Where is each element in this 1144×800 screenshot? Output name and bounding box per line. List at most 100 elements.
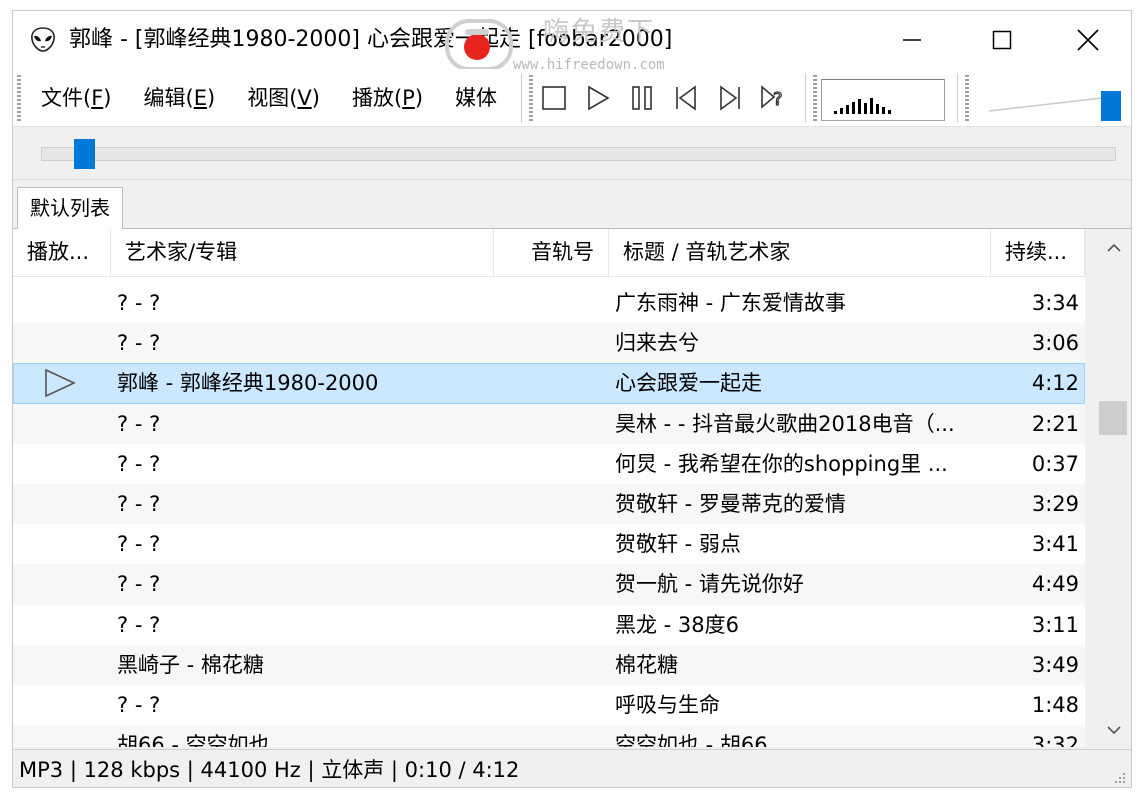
playing-indicator xyxy=(43,404,91,444)
playing-indicator xyxy=(43,524,91,564)
maximize-icon xyxy=(992,30,1012,50)
playlist-tabs: 默认列表 xyxy=(13,181,1131,230)
playlist-row[interactable]: ? - ? 广东雨神 - 广东爱情故事 3:34 xyxy=(13,283,1085,323)
pause-button[interactable] xyxy=(625,81,659,115)
menu-edit[interactable]: 编辑(E) xyxy=(128,83,232,113)
menu-view[interactable]: 视图(V) xyxy=(231,83,336,113)
playlist-row[interactable]: ? - ? 贺一航 - 请先说你好 4:49 xyxy=(13,564,1085,605)
visualizer-bar xyxy=(876,104,879,114)
row-artist: ? - ? xyxy=(117,291,161,315)
watermark-text: 嗨免费下 xyxy=(543,17,656,47)
random-button[interactable]: ? xyxy=(757,81,791,115)
title-bar[interactable]: 郭峰 - [郭峰经典1980-2000] 心会跟爱一起走 [foobar2000… xyxy=(13,11,1131,73)
visualizer-bar xyxy=(888,110,891,114)
row-duration: 3:41 xyxy=(1031,532,1079,557)
menu-file[interactable]: 文件(F) xyxy=(25,83,128,113)
column-artist-album[interactable]: 艺术家/专辑 xyxy=(111,229,494,277)
status-bar: MP3 | 128 kbps | 44100 Hz | 立体声 | 0:10 /… xyxy=(13,749,1131,787)
playing-indicator xyxy=(43,725,91,747)
row-duration: 3:11 xyxy=(1031,612,1079,637)
row-duration: 3:29 xyxy=(1031,491,1079,516)
row-duration: 2:21 xyxy=(1031,411,1079,436)
playlist-view[interactable]: 播放... 艺术家/专辑 音轨号 标题 / 音轨艺术家 持续... ? - ? 广… xyxy=(13,229,1085,747)
row-title: 空空如也 - 胡66 xyxy=(615,733,768,747)
toolbar-grip[interactable] xyxy=(529,75,533,121)
scroll-up-button[interactable] xyxy=(1097,233,1131,263)
seek-bar[interactable] xyxy=(41,147,1116,161)
column-title[interactable]: 标题 / 音轨艺术家 xyxy=(609,229,991,277)
seek-bar-area xyxy=(13,128,1131,180)
column-track-number[interactable]: 音轨号 xyxy=(494,229,609,277)
playlist-row[interactable]: ? - ? 何炅 - 我希望在你的shopping里 ... 0:37 xyxy=(13,444,1085,484)
row-duration: 4:12 xyxy=(1031,371,1079,396)
toolbar-grip[interactable] xyxy=(965,75,969,121)
playlist-row[interactable]: ? - ? 贺敬轩 - 罗曼蒂克的爱情 3:29 xyxy=(13,483,1085,525)
scroll-down-button[interactable] xyxy=(1097,715,1131,745)
column-duration[interactable]: 持续... xyxy=(991,229,1085,277)
random-icon: ? xyxy=(761,85,783,111)
pause-icon xyxy=(632,86,652,110)
volume-slider[interactable] xyxy=(983,77,1128,121)
tab-default-playlist[interactable]: 默认列表 xyxy=(17,187,123,230)
playlist-row[interactable]: ? - ? 归来去兮 3:06 xyxy=(13,323,1085,364)
row-title: 黑龙 - 38度6 xyxy=(615,612,740,637)
playlist-row[interactable]: ? - ? 昊林 - - 抖音最火歌曲2018电音（... 2:21 xyxy=(13,403,1085,444)
next-button[interactable] xyxy=(713,81,747,115)
row-duration: 0:37 xyxy=(1031,451,1079,476)
playing-indicator xyxy=(43,444,91,484)
row-duration: 3:06 xyxy=(1031,331,1079,356)
playlist-row[interactable]: ? - ? 贺敬轩 - 弱点 3:41 xyxy=(13,524,1085,564)
playlist-row[interactable]: ? - ? 黑龙 - 38度6 3:11 xyxy=(13,605,1085,645)
spectrum-visualizer[interactable] xyxy=(821,79,945,121)
row-title: 归来去兮 xyxy=(615,331,699,356)
playing-indicator xyxy=(43,323,91,363)
playing-indicator xyxy=(43,283,91,323)
row-title: 贺敬轩 - 罗曼蒂克的爱情 xyxy=(615,491,846,516)
close-button[interactable] xyxy=(1043,11,1131,69)
toolbar-separator xyxy=(957,73,959,123)
visualizer-bar xyxy=(858,99,861,114)
maximize-button[interactable] xyxy=(957,11,1047,69)
minimize-button[interactable] xyxy=(867,11,957,69)
playing-indicator xyxy=(43,363,91,403)
visualizer-bar xyxy=(846,105,849,114)
row-title: 贺敬轩 - 弱点 xyxy=(615,532,741,557)
playlist-row[interactable]: 郭峰 - 郭峰经典1980-2000 心会跟爱一起走 4:12 xyxy=(13,363,1085,404)
resize-grip-icon[interactable] xyxy=(1113,771,1127,785)
row-artist: ? - ? xyxy=(117,612,161,637)
playlist-row[interactable]: 黑崎子 - 棉花糖 棉花糖 3:49 xyxy=(13,644,1085,685)
volume-thumb[interactable] xyxy=(1101,91,1121,121)
previous-button[interactable] xyxy=(669,81,703,115)
play-button[interactable] xyxy=(581,81,615,115)
previous-icon xyxy=(676,85,696,111)
close-icon xyxy=(1077,29,1099,51)
playlist-row[interactable]: 胡66 - 空空如也 空空如也 - 胡66 3:32 xyxy=(13,725,1085,747)
seek-thumb[interactable] xyxy=(74,139,95,169)
vertical-scrollbar[interactable] xyxy=(1097,229,1131,747)
toolbar-grip[interactable] xyxy=(813,75,817,121)
row-title: 广东雨神 - 广东爱情故事 xyxy=(615,291,846,315)
column-playing[interactable]: 播放... xyxy=(13,229,111,277)
row-artist: 黑崎子 - 棉花糖 xyxy=(117,652,264,677)
menu-library[interactable]: 媒体 xyxy=(439,83,513,113)
visualizer-bar xyxy=(864,103,867,114)
visualizer-bar xyxy=(882,107,885,114)
row-title: 昊林 - - 抖音最火歌曲2018电音（... xyxy=(615,411,955,436)
scroll-thumb[interactable] xyxy=(1099,401,1127,435)
visualizer-bar xyxy=(834,111,837,114)
next-icon xyxy=(720,85,740,111)
foobar-window: 郭峰 - [郭峰经典1980-2000] 心会跟爱一起走 [foobar2000… xyxy=(12,10,1132,788)
playing-indicator xyxy=(43,645,91,685)
menu-playback[interactable]: 播放(P) xyxy=(336,83,439,113)
stop-button[interactable] xyxy=(537,81,571,115)
row-artist: ? - ? xyxy=(117,491,161,516)
svg-text:?: ? xyxy=(773,89,783,110)
column-header: 播放... 艺术家/专辑 音轨号 标题 / 音轨艺术家 持续... xyxy=(13,229,1085,277)
playing-indicator xyxy=(43,605,91,645)
chevron-up-icon xyxy=(1107,243,1121,252)
row-duration: 3:32 xyxy=(1031,733,1079,747)
playing-indicator xyxy=(43,484,91,524)
row-artist: ? - ? xyxy=(117,331,161,356)
toolbar-grip[interactable] xyxy=(17,75,21,121)
playlist-row[interactable]: ? - ? 呼吸与生命 1:48 xyxy=(13,685,1085,725)
